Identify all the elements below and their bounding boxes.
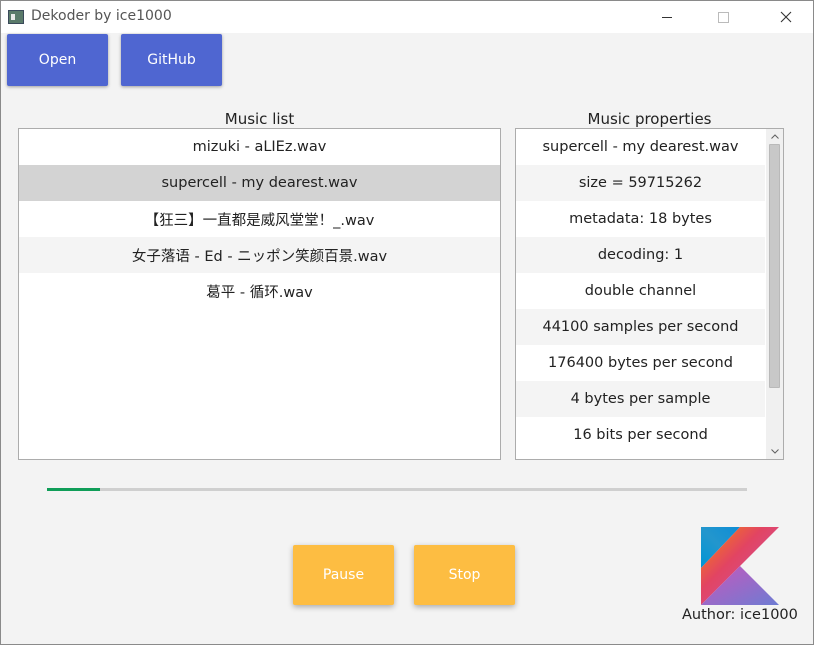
music-properties-list[interactable]: supercell - my dearest.wav size = 597152… bbox=[515, 128, 784, 460]
property-item[interactable]: metadata: 18 bytes bbox=[516, 201, 765, 237]
app-window: Dekoder by ice1000 Open GitHub Music lis… bbox=[0, 0, 814, 645]
music-list-item[interactable]: 女子落语 - Ed - ニッポン笑颜百景.wav bbox=[19, 237, 500, 273]
music-properties-label: Music properties bbox=[587, 110, 712, 128]
app-icon bbox=[8, 10, 24, 24]
property-item[interactable]: 16 bits per second bbox=[516, 417, 765, 453]
property-item[interactable]: double channel bbox=[516, 273, 765, 309]
title-bar: Dekoder by ice1000 bbox=[1, 1, 813, 33]
author-label: Author: ice1000 bbox=[682, 607, 798, 623]
stop-button[interactable]: Stop bbox=[414, 545, 515, 605]
music-list-label: Music list bbox=[224, 110, 295, 128]
property-item[interactable]: 4 bytes per sample bbox=[516, 381, 765, 417]
properties-scrollbar[interactable] bbox=[766, 129, 783, 459]
property-item[interactable]: supercell - my dearest.wav bbox=[516, 129, 765, 165]
open-button[interactable]: Open bbox=[7, 34, 108, 86]
github-button[interactable]: GitHub bbox=[121, 34, 222, 86]
scrollbar-thumb[interactable] bbox=[769, 144, 780, 388]
close-button[interactable] bbox=[763, 1, 809, 33]
property-item[interactable]: 176400 bytes per second bbox=[516, 345, 765, 381]
property-item[interactable]: size = 59715262 bbox=[516, 165, 765, 201]
playback-progress-fill bbox=[47, 488, 100, 491]
property-item[interactable]: 44100 samples per second bbox=[516, 309, 765, 345]
music-list-item[interactable]: 【狂三】一直都是威风堂堂！_.wav bbox=[19, 201, 500, 237]
music-list-item[interactable]: mizuki - aLIEz.wav bbox=[19, 129, 500, 165]
close-icon bbox=[780, 11, 792, 23]
minimize-button[interactable] bbox=[644, 1, 690, 33]
playback-progress-bar[interactable] bbox=[47, 488, 747, 491]
pause-button[interactable]: Pause bbox=[293, 545, 394, 605]
property-item[interactable]: decoding: 1 bbox=[516, 237, 765, 273]
scroll-up-arrow-icon[interactable] bbox=[766, 129, 783, 144]
kotlin-logo-icon bbox=[701, 527, 779, 605]
music-list[interactable]: mizuki - aLIEz.wav supercell - my deares… bbox=[18, 128, 501, 460]
scroll-down-arrow-icon[interactable] bbox=[766, 444, 783, 459]
music-list-item[interactable]: 葛平 - 循环.wav bbox=[19, 273, 500, 309]
music-list-item-selected[interactable]: supercell - my dearest.wav bbox=[19, 165, 500, 201]
maximize-button[interactable] bbox=[700, 1, 746, 33]
window-title: Dekoder by ice1000 bbox=[31, 8, 172, 24]
